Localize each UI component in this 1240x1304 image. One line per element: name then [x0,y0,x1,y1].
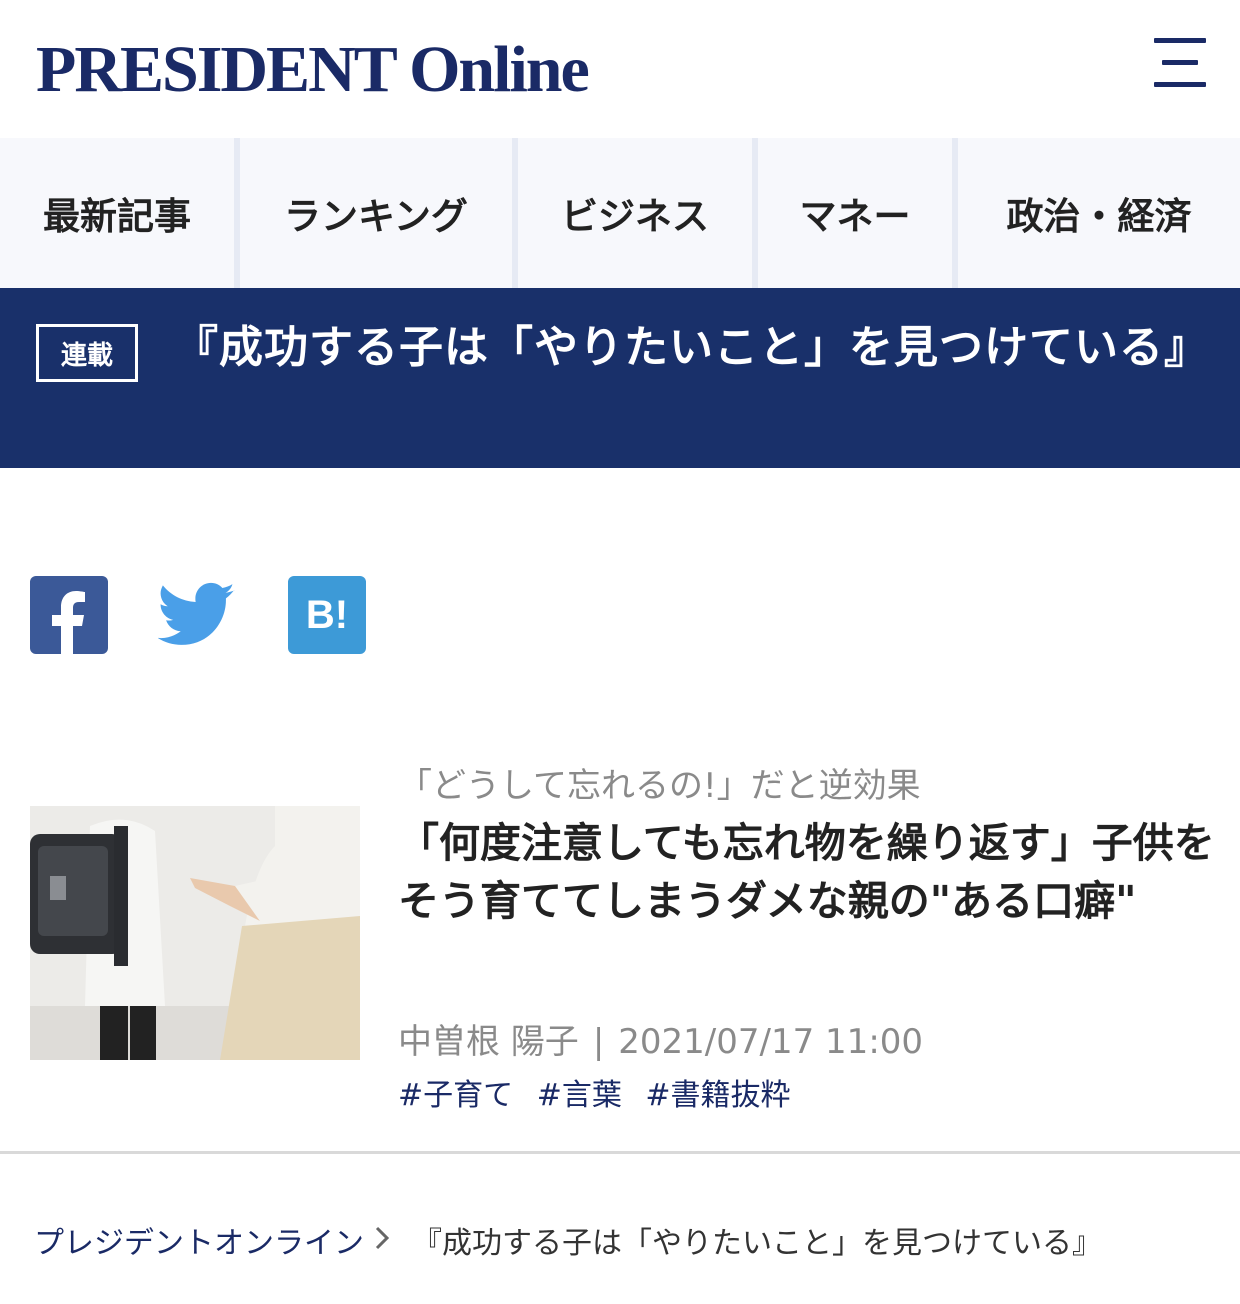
article-card[interactable]: 「どうして忘れるの!」だと逆効果 「何度注意しても忘れ物を繰り返す」子供をそう育… [0,740,1240,1154]
series-banner: 『成功する子は「やりたいこと」を見つけている』 連載 [0,288,1240,468]
breadcrumb-home-link[interactable]: プレジデントオンライン [34,1218,364,1262]
tag-link[interactable]: #書籍抜粋 [645,1078,790,1113]
site-header: PRESIDENT Online [0,0,1240,138]
article-datetime: 2021/07/17 11:00 [618,1022,924,1062]
twitter-icon [158,582,235,645]
site-logo[interactable]: PRESIDENT Online [36,30,590,110]
series-badge: 連載 [36,324,138,382]
article-thumbnail [30,806,360,1060]
breadcrumb-current: 『成功する子は「やりたいこと」を見つけている』 [412,1226,1102,1261]
series-title: 『成功する子は「やりたいこと」を見つけている』 [174,322,1209,373]
meta-separator: | [592,1022,605,1062]
nav-item-latest[interactable]: 最新記事 [0,138,240,288]
article-author[interactable]: 中曽根 陽子 [398,1022,579,1062]
article-headline[interactable]: 「何度注意しても忘れ物を繰り返す」子供をそう育ててしまうダメな親の"ある口癖" [398,814,1218,930]
category-nav: 最新記事 ランキング ビジネス マネー 政治・経済 [0,138,1240,288]
article-tags: #子育て #言葉 #書籍抜粋 [398,1070,805,1114]
nav-item-politics-economy[interactable]: 政治・経済 [958,138,1240,288]
nav-item-money[interactable]: マネー [758,138,958,288]
twitter-share-button[interactable] [158,576,236,654]
breadcrumb: プレジデントオンライン 『成功する子は「やりたいこと」を見つけている』 [34,1218,1102,1262]
facebook-share-button[interactable] [30,576,108,654]
tag-link[interactable]: #言葉 [537,1078,622,1113]
tag-link[interactable]: #子育て [398,1078,513,1113]
article-kicker: 「どうして忘れるの!」だと逆効果 [398,766,921,806]
nav-item-ranking[interactable]: ランキング [240,138,518,288]
article-meta: 中曽根 陽子 | 2021/07/17 11:00 [398,1014,923,1063]
chevron-right-icon [374,1221,390,1259]
facebook-icon [52,591,85,654]
hatena-bookmark-button[interactable]: B! [288,576,366,654]
nav-item-business[interactable]: ビジネス [518,138,758,288]
hamburger-menu-icon[interactable] [1154,38,1206,88]
